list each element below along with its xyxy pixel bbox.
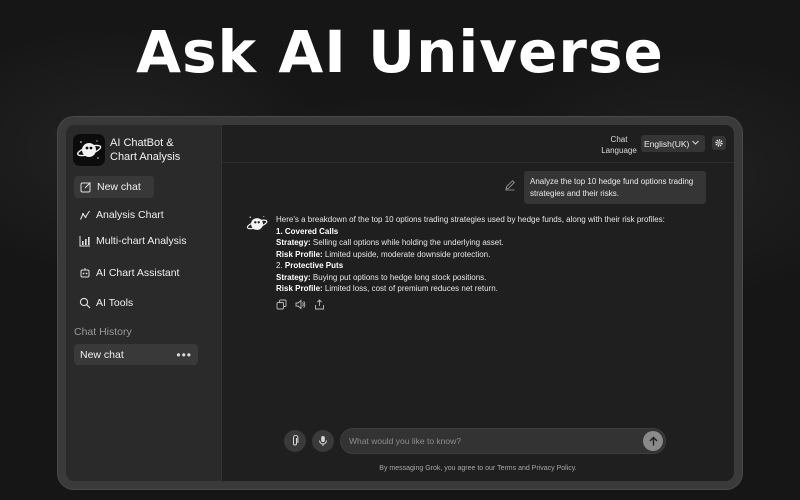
sidebar-item-ai-tools[interactable]: AI Tools (79, 297, 133, 309)
attach-button[interactable] (284, 430, 306, 452)
sidebar: AI ChatBot & Chart Analysis New chat Ana… (66, 125, 222, 481)
strategy-line: Strategy: Selling call options while hol… (276, 237, 665, 249)
device-frame: AI ChatBot & Chart Analysis New chat Ana… (58, 117, 742, 489)
strategy-title-text: Protective Puts (282, 261, 344, 270)
planet-icon (246, 213, 268, 235)
chat-language-label-line-2: Language (601, 146, 637, 155)
history-item[interactable]: New chat ••• (74, 344, 198, 365)
sidebar-item-label: Analysis Chart (96, 209, 164, 221)
strategy-line: Strategy: Buying put options to hedge lo… (276, 272, 665, 284)
edit-icon[interactable] (504, 179, 516, 191)
settings-button[interactable] (712, 136, 726, 150)
ai-message-row: Here's a breakdown of the top 10 options… (246, 213, 665, 310)
language-select[interactable]: English(UK) (641, 135, 705, 152)
strategy-title: 2. Protective Puts (276, 260, 665, 272)
sidebar-item-multi-chart[interactable]: Multi-chart Analysis (79, 235, 186, 247)
speaker-icon[interactable] (295, 299, 306, 310)
arrow-up-icon (649, 436, 657, 445)
paperclip-icon (293, 435, 299, 446)
brand-line-2: Chart Analysis (110, 151, 181, 163)
message-input[interactable] (340, 428, 666, 454)
user-message-bubble: Analyze the top 10 hedge fund options tr… (524, 171, 706, 204)
copy-icon[interactable] (276, 299, 287, 310)
more-options-icon[interactable]: ••• (176, 348, 192, 362)
strategy-label: Strategy: (276, 272, 311, 282)
planet-icon (73, 134, 105, 166)
chat-history-heading: Chat History (74, 326, 132, 338)
disclaimer: By messaging Grok, you agree to our Term… (379, 465, 577, 472)
chat-language-label: Chat Language (598, 134, 640, 156)
voice-button[interactable] (312, 430, 334, 452)
strategy-text: Selling call options while holding the u… (310, 238, 504, 247)
new-chat-label: New chat (97, 181, 141, 193)
strategy-title-text: 1. Covered Calls (276, 226, 339, 236)
sidebar-item-label: Multi-chart Analysis (96, 235, 187, 247)
send-button[interactable] (643, 431, 663, 451)
search-icon (79, 297, 91, 309)
risk-label: Risk Profile: (276, 249, 323, 259)
user-message-row: Analyze the top 10 hedge fund options tr… (504, 171, 706, 204)
app-brand: AI ChatBot & Chart Analysis (73, 134, 180, 166)
history-item-label: New chat (80, 348, 124, 361)
sidebar-item-ai-chart-assistant[interactable]: AI Chart Assistant (79, 267, 179, 279)
message-actions (276, 298, 665, 310)
sidebar-item-label: AI Tools (96, 297, 134, 309)
app-window: AI ChatBot & Chart Analysis New chat Ana… (66, 125, 734, 481)
chevron-down-icon (692, 140, 699, 145)
ai-message: Here's a breakdown of the top 10 options… (276, 214, 665, 310)
brand-name: AI ChatBot & Chart Analysis (110, 136, 180, 164)
strategy-number: 2. (276, 261, 283, 270)
bar-chart-icon (79, 236, 90, 247)
strategy-text: Buying put options to hedge long stock p… (310, 272, 487, 282)
chat-main: Chat Language English(UK) Analyze the to… (222, 125, 734, 481)
chart-icon (79, 210, 90, 220)
risk-text: Limited loss, cost of premium reduces ne… (322, 284, 498, 293)
sidebar-item-label: AI Chart Assistant (96, 267, 180, 279)
risk-label: Risk Profile: (276, 284, 323, 293)
risk-text: Limited upside, moderate downside protec… (322, 249, 491, 259)
message-input-wrap (340, 428, 666, 454)
chat-language-label-line-1: Chat (610, 135, 628, 144)
new-chat-button[interactable]: New chat (74, 176, 154, 198)
brand-line-1: AI ChatBot & (110, 137, 174, 149)
sidebar-item-analysis-chart[interactable]: Analysis Chart (79, 209, 164, 221)
compose-icon (80, 182, 91, 193)
ai-intro: Here's a breakdown of the top 10 options… (276, 215, 665, 224)
risk-line: Risk Profile: Limited loss, cost of prem… (276, 283, 665, 295)
risk-line: Risk Profile: Limited upside, moderate d… (276, 249, 665, 261)
gear-icon (715, 139, 723, 147)
strategy-label: Strategy: (276, 238, 311, 247)
top-bar: Chat Language English(UK) (222, 125, 734, 163)
hero-title: Ask AI Universe (136, 18, 664, 86)
language-value: English(UK) (644, 138, 690, 149)
microphone-icon (319, 436, 327, 446)
share-icon[interactable] (314, 298, 325, 310)
strategy-title: 1. Covered Calls (276, 226, 665, 238)
robot-icon (80, 268, 90, 278)
composer (284, 428, 666, 454)
